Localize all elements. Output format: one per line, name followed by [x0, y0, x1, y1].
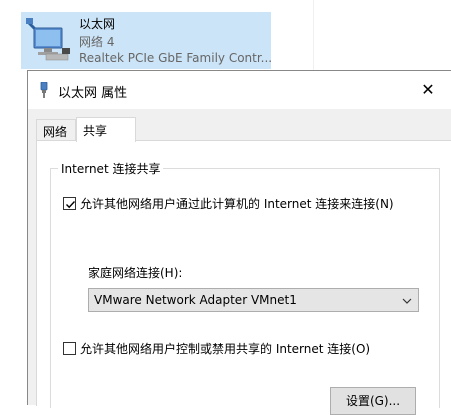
network-plug-icon [38, 81, 50, 98]
adapter-name: 以太网 [79, 17, 116, 31]
tab-sharing[interactable]: 共享 [76, 117, 136, 142]
allow-control-checkbox[interactable] [63, 342, 76, 355]
allow-control-label: 允许其他网络用户控制或禁用共享的 Internet 连接(O) [80, 342, 371, 356]
allow-share-label: 允许其他网络用户通过此计算机的 Internet 连接来连接(N) [80, 197, 394, 211]
chevron-down-icon [402, 295, 412, 305]
home-network-value: VMware Network Adapter VMnet1 [94, 293, 297, 307]
background-divider [313, 0, 451, 70]
close-icon: ✕ [421, 80, 435, 99]
ethernet-properties-dialog: 以太网 属性 ✕ 网络 共享 Internet 连接共享 允许其他网络用户通过此… [27, 70, 451, 415]
network-adapter-icon [26, 18, 72, 62]
home-network-label: 家庭网络连接(H): [88, 266, 183, 280]
internet-connection-sharing-group: Internet 连接共享 允许其他网络用户通过此计算机的 Internet 连… [50, 160, 440, 415]
home-network-select[interactable]: VMware Network Adapter VMnet1 [88, 288, 419, 312]
allow-share-checkbox[interactable] [63, 197, 76, 210]
adapter-network-label: 网络 4 [79, 35, 115, 49]
adapter-item-ethernet[interactable]: 以太网 网络 4 Realtek PCIe GbE Family Contr..… [21, 12, 273, 69]
allow-control-row[interactable]: 允许其他网络用户控制或禁用共享的 Internet 连接(O) [63, 340, 370, 357]
tab-network[interactable]: 网络 [36, 119, 76, 141]
group-title: Internet 连接共享 [58, 160, 164, 177]
allow-share-row[interactable]: 允许其他网络用户通过此计算机的 Internet 连接来连接(N) [63, 195, 394, 212]
close-button[interactable]: ✕ [405, 71, 451, 109]
dialog-titlebar[interactable]: 以太网 属性 ✕ [28, 71, 451, 109]
sharing-tab-panel: Internet 连接共享 允许其他网络用户通过此计算机的 Internet 连… [36, 140, 451, 415]
dialog-title: 以太网 属性 [58, 86, 128, 101]
adapter-device-label: Realtek PCIe GbE Family Contr... [79, 51, 273, 65]
settings-button[interactable]: 设置(G)... [330, 387, 416, 415]
